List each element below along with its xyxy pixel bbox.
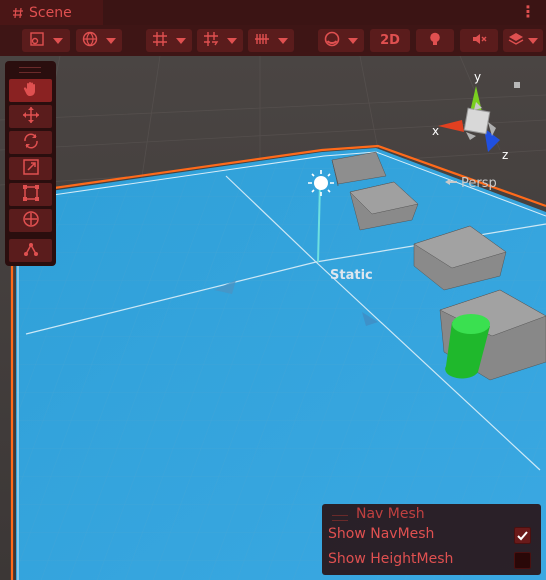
orientation-gizmo[interactable]: y x z xyxy=(430,70,530,170)
globe-icon xyxy=(82,31,98,51)
persp-label: Persp xyxy=(461,176,497,191)
kebab-menu-icon[interactable]: ⋮ xyxy=(520,4,536,20)
hash-icon xyxy=(12,7,24,19)
transform-icon xyxy=(22,210,40,232)
rotate-icon xyxy=(22,132,40,154)
shading-mode-button[interactable] xyxy=(318,29,364,52)
move-tool-button[interactable] xyxy=(9,105,52,128)
show-heightmesh-label: Show HeightMesh xyxy=(328,551,454,567)
gizmo-y-label: y xyxy=(474,70,482,84)
rect-icon xyxy=(22,184,40,206)
static-label: Static xyxy=(330,268,373,283)
tools-overlay xyxy=(5,61,56,266)
snap-icon xyxy=(203,31,219,51)
navmesh-overlay: Nav Mesh Show NavMesh Show HeightMesh xyxy=(322,504,541,575)
rotate-tool-button[interactable] xyxy=(9,131,52,154)
audio-toggle-button[interactable] xyxy=(460,29,498,52)
show-navmesh-label: Show NavMesh xyxy=(328,526,435,542)
sphere-icon xyxy=(324,31,340,51)
2d-toggle-button[interactable]: 2D xyxy=(370,29,410,52)
tools-grip-icon[interactable] xyxy=(19,67,41,73)
scene-tab-bar: Scene ⋮ xyxy=(0,0,546,26)
transform-tool-button[interactable] xyxy=(9,209,52,232)
custom-tool-icon xyxy=(22,240,40,262)
move-icon xyxy=(22,106,40,128)
navmesh-overlay-title: Nav Mesh xyxy=(322,506,541,522)
draw-mode-icon xyxy=(29,31,45,51)
scene-toolbar: 2D xyxy=(0,25,546,56)
persp-arrow-icon xyxy=(444,176,458,191)
gizmo-x-label: x xyxy=(432,124,440,138)
hand-icon xyxy=(22,80,40,102)
audio-mute-icon xyxy=(471,31,487,51)
checkmark-icon xyxy=(517,531,528,541)
scene-viewport[interactable]: Static y x z Persp xyxy=(0,56,546,580)
overlay-grip-icon[interactable] xyxy=(332,515,348,521)
custom-tool-button[interactable] xyxy=(9,239,52,262)
scale-tool-button[interactable] xyxy=(9,157,52,180)
gizmo-z-label: z xyxy=(502,148,509,162)
rect-tool-button[interactable] xyxy=(9,183,52,206)
navmesh-overlay-title-text: Nav Mesh xyxy=(356,506,425,522)
show-heightmesh-row[interactable]: Show HeightMesh xyxy=(328,551,535,571)
increment-snap-button[interactable] xyxy=(197,29,243,52)
hand-tool-button[interactable] xyxy=(9,79,52,102)
tab-scene[interactable]: Scene xyxy=(0,0,103,25)
grid-snap-button[interactable] xyxy=(146,29,192,52)
grid-icon xyxy=(152,31,168,51)
scale-icon xyxy=(22,158,40,180)
projection-toggle[interactable]: Persp xyxy=(444,176,497,191)
show-heightmesh-checkbox[interactable] xyxy=(514,552,531,569)
tab-scene-label: Scene xyxy=(29,4,72,21)
grid-lines-icon xyxy=(254,31,270,51)
draw-mode-button[interactable] xyxy=(22,29,70,52)
show-navmesh-row[interactable]: Show NavMesh xyxy=(328,526,535,546)
lighting-toggle-button[interactable] xyxy=(416,29,454,52)
effects-button[interactable] xyxy=(503,29,543,52)
lightbulb-icon xyxy=(427,31,443,51)
grid-visibility-button[interactable] xyxy=(248,29,294,52)
layers-icon xyxy=(508,31,524,51)
global-local-button[interactable] xyxy=(76,29,122,52)
show-navmesh-checkbox[interactable] xyxy=(514,527,531,544)
